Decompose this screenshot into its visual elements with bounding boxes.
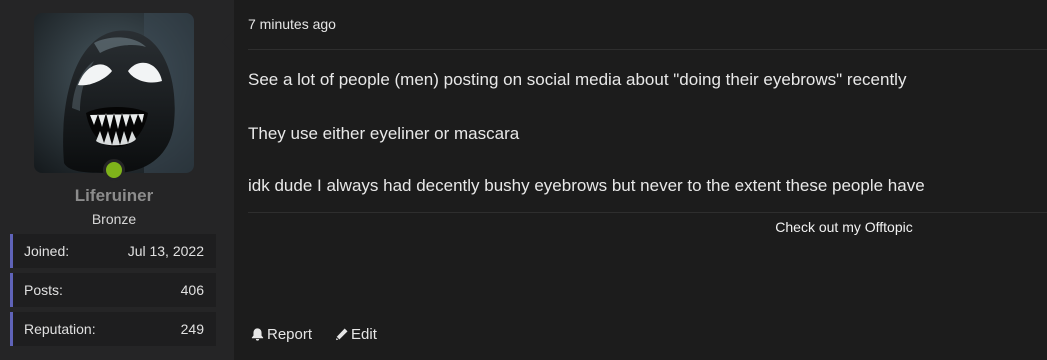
edit-button[interactable]: Edit xyxy=(334,326,377,343)
stat-value: 406 xyxy=(180,282,204,298)
avatar[interactable] xyxy=(34,13,194,173)
stat-reputation: Reputation: 249 xyxy=(10,312,216,346)
online-status-indicator xyxy=(103,159,125,181)
post-paragraph: They use either eyeliner or mascara xyxy=(248,124,520,143)
stat-label: Joined: xyxy=(24,243,70,259)
stat-value: 249 xyxy=(180,321,204,337)
stat-joined: Joined: Jul 13, 2022 xyxy=(10,234,216,268)
signature-divider xyxy=(248,212,1047,213)
stat-value: Jul 13, 2022 xyxy=(127,243,204,259)
avatar-wrap xyxy=(34,13,194,181)
edit-label: Edit xyxy=(351,326,377,343)
message-arrow xyxy=(222,30,234,54)
user-title: Bronze xyxy=(91,211,137,227)
user-sidebar: Liferuiner Bronze Joined: Jul 13, 2022 P… xyxy=(0,0,234,360)
report-button[interactable]: Report xyxy=(250,326,312,343)
signature[interactable]: Check out my Offtopic xyxy=(248,219,1047,235)
post-paragraph: See a lot of people (men) posting on soc… xyxy=(248,70,907,89)
report-label: Report xyxy=(267,326,313,343)
post-actions: Report Edit xyxy=(250,326,377,343)
divider xyxy=(248,49,1047,50)
stat-posts: Posts: 406 xyxy=(10,273,216,307)
post-paragraph: idk dude I always had decently bushy eye… xyxy=(248,176,925,195)
stat-label: Posts: xyxy=(24,282,63,298)
pencil-icon xyxy=(336,328,348,341)
username[interactable]: Liferuiner xyxy=(0,186,228,206)
bell-icon xyxy=(251,328,264,341)
post: Liferuiner Bronze Joined: Jul 13, 2022 P… xyxy=(0,0,1047,360)
post-timestamp[interactable]: 7 minutes ago xyxy=(248,16,336,32)
stat-label: Reputation: xyxy=(24,321,96,337)
